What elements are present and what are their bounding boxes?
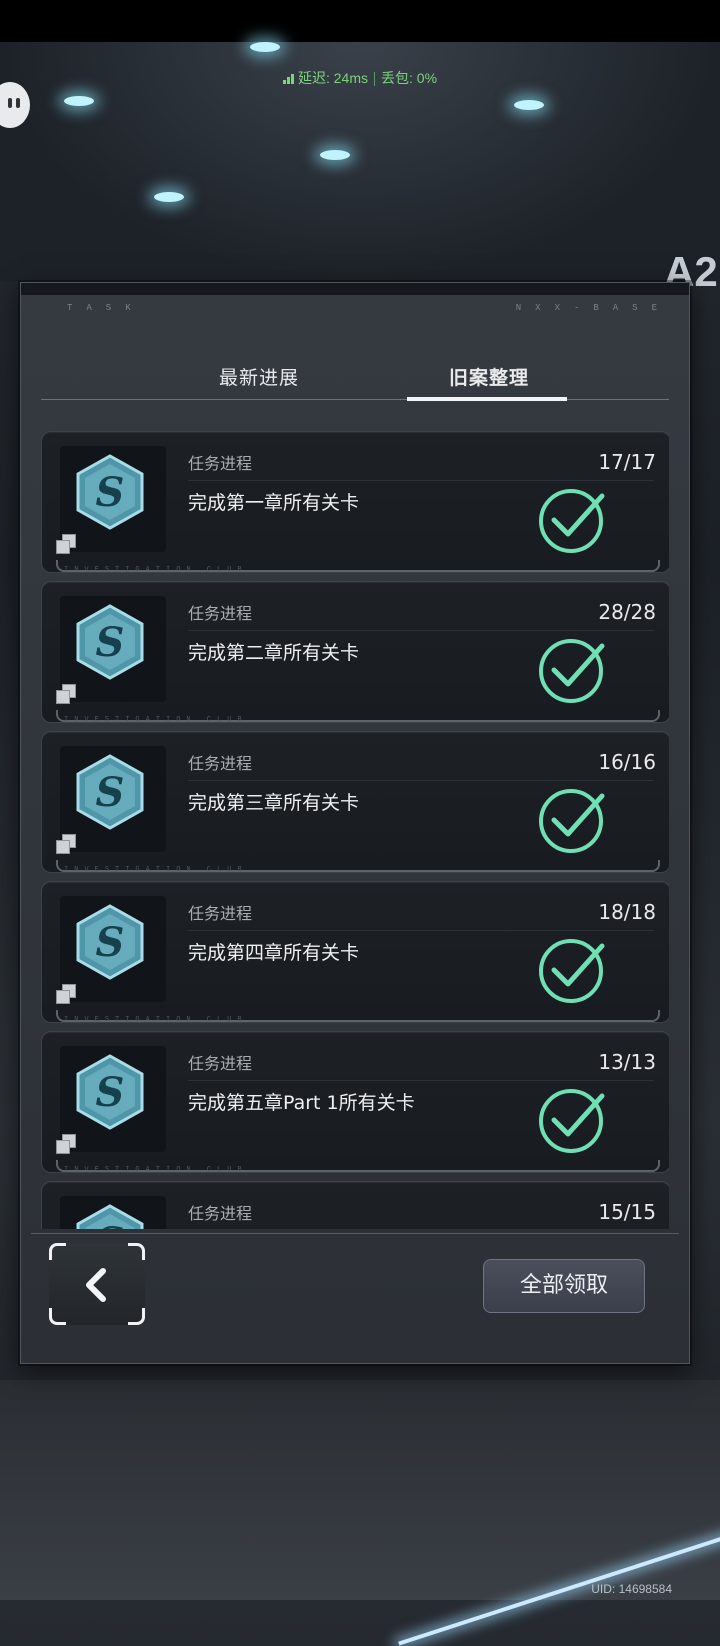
- task-list[interactable]: S 任务进程 17/17 完成第一章所有关卡 INVESTIGATION CLU…: [41, 431, 669, 1229]
- task-divider: [188, 480, 654, 481]
- card-strip-text: INVESTIGATION CLUB: [64, 1016, 248, 1024]
- ceiling-light: [64, 96, 94, 106]
- stack-icon: [56, 684, 76, 704]
- task-label: 任务进程: [188, 454, 253, 473]
- latency-text: 延迟: 24ms: [297, 70, 368, 86]
- card-strip-text: INVESTIGATION CLUB: [64, 866, 248, 874]
- task-label: 任务进程: [188, 904, 253, 923]
- card-strip-text: INVESTIGATION CLUB: [64, 566, 248, 574]
- task-progress: 15/15: [598, 1200, 656, 1224]
- svg-text:S: S: [96, 919, 125, 966]
- tab-bar: 最新进展 旧案整理: [41, 353, 669, 401]
- check-circle-icon: [539, 1089, 605, 1153]
- ceiling-light: [320, 150, 350, 160]
- status-bar: [0, 0, 720, 42]
- background-floor: [0, 1380, 720, 1646]
- task-progress: 13/13: [598, 1050, 656, 1074]
- task-progress: 17/17: [598, 450, 656, 474]
- task-card[interactable]: S 任务进程 16/16 完成第三章所有关卡 INVESTIGATION CLU…: [41, 731, 669, 874]
- tab-archive[interactable]: 旧案整理: [449, 363, 529, 390]
- ceiling-light: [250, 42, 280, 52]
- svg-text:S: S: [96, 769, 125, 816]
- stack-icon: [56, 534, 76, 554]
- check-circle-icon: [539, 939, 605, 1003]
- task-title: 完成第三章所有关卡: [188, 792, 360, 814]
- task-progress: 18/18: [598, 900, 656, 924]
- task-title: 完成第一章所有关卡: [188, 492, 360, 514]
- task-label: 任务进程: [188, 754, 253, 773]
- ceiling-light: [154, 192, 184, 202]
- panel-tag-left: TASK: [67, 303, 145, 313]
- signal-icon: [282, 74, 295, 85]
- s-badge-icon: S: [76, 904, 144, 980]
- task-divider: [188, 780, 654, 781]
- task-card[interactable]: S 任务进程 28/28 完成第二章所有关卡 INVESTIGATION CLU…: [41, 581, 669, 724]
- task-title: 完成第二章所有关卡: [188, 642, 360, 664]
- claim-all-button[interactable]: 全部领取: [483, 1259, 645, 1313]
- s-badge-icon: S: [76, 1204, 144, 1229]
- stack-icon: [56, 1134, 76, 1154]
- panel-top-bar: [21, 283, 689, 295]
- task-label: 任务进程: [188, 1204, 253, 1223]
- task-progress: 28/28: [598, 600, 656, 624]
- s-badge-icon: S: [76, 454, 144, 530]
- ceiling-light: [514, 100, 544, 110]
- task-title: 完成第五章Part 1所有关卡: [188, 1092, 415, 1114]
- task-card[interactable]: S 任务进程 13/13 完成第五章Part 1所有关卡 INVESTIGATI…: [41, 1031, 669, 1174]
- stack-icon: [56, 834, 76, 854]
- task-label: 任务进程: [188, 1054, 253, 1073]
- task-divider: [188, 1080, 654, 1081]
- tab-latest-progress[interactable]: 最新进展: [219, 363, 299, 390]
- footer-divider: [31, 1233, 679, 1234]
- task-panel: TASK NXX-BASE 最新进展 旧案整理 S 任务进程 17/17 完成第…: [20, 282, 690, 1364]
- back-button[interactable]: [49, 1243, 145, 1325]
- card-strip-text: INVESTIGATION CLUB: [64, 1166, 248, 1174]
- packet-loss-text: 丢包: 0%: [381, 70, 438, 86]
- task-label: 任务进程: [188, 604, 253, 623]
- task-divider: [188, 630, 654, 631]
- network-status: 延迟: 24ms 丢包: 0%: [0, 68, 720, 88]
- card-strip-text: INVESTIGATION CLUB: [64, 716, 248, 724]
- task-title: 完成第四章所有关卡: [188, 942, 360, 964]
- svg-text:S: S: [96, 619, 125, 666]
- task-progress: 16/16: [598, 750, 656, 774]
- task-divider: [188, 930, 654, 931]
- uid-label: UID: 14698584: [591, 1582, 672, 1596]
- s-badge-icon: S: [76, 754, 144, 830]
- active-tab-indicator: [407, 397, 567, 401]
- task-card[interactable]: S 任务进程 15/15 INVESTIGATION CLUB: [41, 1181, 669, 1229]
- svg-text:S: S: [96, 469, 125, 516]
- s-badge-icon: S: [76, 1054, 144, 1130]
- panel-tag-right: NXX-BASE: [515, 303, 671, 313]
- task-card[interactable]: S 任务进程 17/17 完成第一章所有关卡 INVESTIGATION CLU…: [41, 431, 669, 574]
- svg-text:S: S: [96, 1219, 125, 1229]
- task-card[interactable]: S 任务进程 18/18 完成第四章所有关卡 INVESTIGATION CLU…: [41, 881, 669, 1024]
- check-circle-icon: [539, 789, 605, 853]
- check-circle-icon: [539, 489, 605, 553]
- svg-text:S: S: [96, 1069, 125, 1116]
- chevron-left-icon: [86, 1268, 106, 1302]
- check-circle-icon: [539, 639, 605, 703]
- stack-icon: [56, 984, 76, 1004]
- s-badge-icon: S: [76, 604, 144, 680]
